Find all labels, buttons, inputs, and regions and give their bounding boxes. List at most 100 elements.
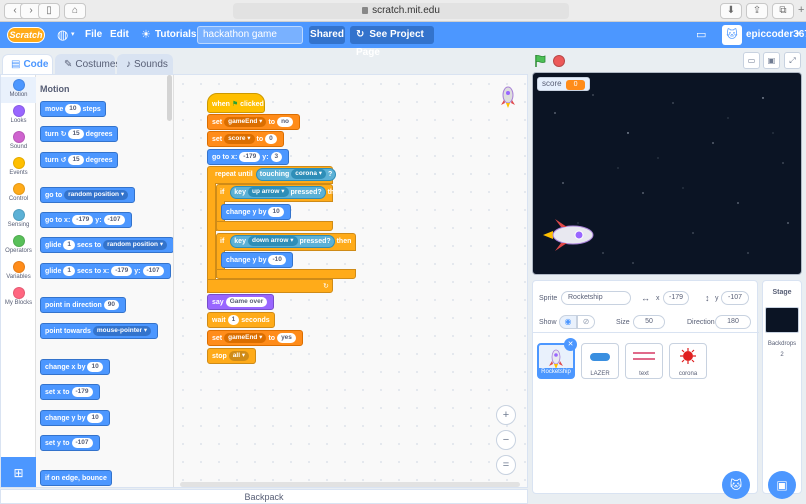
file-menu[interactable]: File bbox=[85, 22, 102, 48]
globe-icon[interactable]: ◍ bbox=[57, 22, 68, 48]
block-dropdown[interactable]: up arrow ▾ bbox=[247, 187, 289, 197]
large-stage-icon[interactable]: ▣ bbox=[763, 52, 780, 69]
category-variables[interactable]: Variables bbox=[1, 259, 36, 285]
block-dropdown[interactable]: all ▾ bbox=[228, 351, 250, 361]
block-input[interactable]: no bbox=[277, 117, 294, 127]
block-touching[interactable]: touching corona ▾? bbox=[255, 168, 337, 181]
block-bounce[interactable]: if on edge, bounce bbox=[40, 470, 112, 486]
block-input[interactable]: 3 bbox=[270, 152, 283, 162]
block-dropdown[interactable]: gameEnd ▾ bbox=[224, 333, 267, 343]
block-wait[interactable]: wait 1 seconds bbox=[207, 312, 275, 328]
block-change-y[interactable]: change y by 10 bbox=[40, 410, 110, 426]
sprite-tile-text[interactable]: text bbox=[625, 343, 663, 379]
zoom-in-icon[interactable]: + bbox=[496, 405, 516, 425]
block-set-gameend-yes[interactable]: set gameEnd ▾ to yes bbox=[207, 330, 303, 346]
category-control[interactable]: Control bbox=[1, 181, 36, 207]
sprite-tile-lazer[interactable]: LAZER bbox=[581, 343, 619, 379]
palette-scrollbar[interactable] bbox=[167, 75, 172, 121]
tabs-overview-icon[interactable]: ⧉ bbox=[772, 3, 794, 19]
category-events[interactable]: Events bbox=[1, 155, 36, 181]
folder-icon[interactable]: ▭ bbox=[696, 22, 706, 48]
block-point-towards[interactable]: point towards mouse-pointer ▾ bbox=[40, 323, 159, 339]
block-change-y-up[interactable]: change y by 10 bbox=[221, 204, 291, 220]
block-turn-left[interactable]: turn ↺ 15 degrees bbox=[40, 152, 118, 168]
score-monitor[interactable]: score 0 bbox=[537, 77, 591, 91]
avatar[interactable]: 🐱 bbox=[722, 25, 742, 45]
zoom-out-icon[interactable]: − bbox=[496, 430, 516, 450]
direction-input[interactable]: 180 bbox=[715, 315, 751, 329]
block-dropdown[interactable]: score ▾ bbox=[224, 134, 255, 144]
block-dropdown[interactable]: corona ▾ bbox=[291, 169, 327, 179]
block-set-y[interactable]: set y to -107 bbox=[40, 435, 100, 451]
block-dropdown[interactable]: random position ▾ bbox=[103, 240, 168, 250]
block-go-to-random[interactable]: go to random position ▾ bbox=[40, 187, 136, 203]
block-set-x[interactable]: set x to -179 bbox=[40, 384, 100, 400]
category-motion[interactable]: Motion bbox=[1, 77, 36, 103]
tab-sounds[interactable]: ♪ Sounds bbox=[117, 54, 173, 74]
tutorials-button[interactable]: Tutorials bbox=[155, 22, 196, 48]
block-set-score-zero[interactable]: set score ▾ to 0 bbox=[207, 131, 284, 147]
edit-menu[interactable]: Edit bbox=[110, 22, 129, 48]
shared-button[interactable]: Shared bbox=[309, 26, 345, 44]
block-change-x[interactable]: change x by 10 bbox=[40, 359, 110, 375]
block-input[interactable]: -179 bbox=[71, 387, 93, 397]
block-input[interactable]: 10 bbox=[87, 362, 103, 372]
block-input[interactable]: -107 bbox=[103, 215, 125, 225]
category-sound[interactable]: Sound bbox=[1, 129, 36, 155]
add-extension-icon[interactable]: ⊞ bbox=[1, 457, 36, 487]
block-glide-xy[interactable]: glide 1 secs to x: -179 y: -107 bbox=[40, 263, 171, 279]
home-icon[interactable]: ⌂ bbox=[64, 3, 86, 19]
stop-icon[interactable] bbox=[553, 55, 565, 67]
block-key-pressed[interactable]: key down arrow ▾ pressed? bbox=[230, 235, 335, 248]
y-input[interactable]: -107 bbox=[721, 291, 749, 305]
tab-code[interactable]: ▤ Code bbox=[2, 54, 53, 74]
category-operators[interactable]: Operators bbox=[1, 233, 36, 259]
size-input[interactable]: 50 bbox=[633, 315, 665, 329]
downloads-icon[interactable]: ⬇ bbox=[720, 3, 742, 19]
block-input[interactable]: yes bbox=[277, 333, 296, 343]
block-input[interactable]: 0 bbox=[265, 134, 277, 144]
block-input[interactable]: -179 bbox=[111, 266, 133, 276]
add-backdrop-icon[interactable]: ▣ bbox=[768, 471, 796, 499]
block-when-flag-clicked[interactable]: when ⚑ clicked bbox=[207, 93, 265, 113]
sprite-tile-corona[interactable]: corona bbox=[669, 343, 707, 379]
block-dropdown[interactable]: mouse-pointer ▾ bbox=[92, 326, 152, 336]
delete-sprite-icon[interactable]: ✕ bbox=[564, 338, 577, 351]
block-dropdown[interactable]: gameEnd ▾ bbox=[224, 117, 267, 127]
stage-canvas[interactable]: score 0 bbox=[532, 72, 802, 275]
block-input[interactable]: 10 bbox=[65, 104, 81, 114]
hide-icon[interactable]: ⊘ bbox=[577, 315, 595, 329]
zoom-reset-icon[interactable]: = bbox=[496, 455, 516, 475]
show-visible-icon[interactable]: ◉ bbox=[559, 315, 577, 329]
block-glide-random[interactable]: glide 1 secs to random position ▾ bbox=[40, 237, 173, 253]
block-input[interactable]: Game over bbox=[225, 297, 268, 307]
block-input[interactable]: 1 bbox=[63, 240, 75, 250]
add-sprite-icon[interactable]: 🐱 bbox=[722, 471, 750, 499]
block-set-gameend-no[interactable]: set gameEnd ▾ to no bbox=[207, 114, 301, 130]
see-project-page-button[interactable]: ↻ See Project Page bbox=[350, 26, 434, 58]
sidebar-toggle-icon[interactable]: ▯ bbox=[38, 3, 60, 19]
tab-costumes[interactable]: ✎ Costumes bbox=[55, 54, 120, 74]
new-tab-icon[interactable]: + bbox=[798, 4, 804, 16]
x-input[interactable]: -179 bbox=[663, 291, 689, 305]
block-input[interactable]: 10 bbox=[87, 413, 103, 423]
script-workspace[interactable]: when ⚑ clicked set gameEnd ▾ to no set score… bbox=[174, 75, 527, 487]
sprite-name-input[interactable]: Rocketship bbox=[561, 291, 631, 305]
project-title-input[interactable]: hackathon game bbox=[197, 26, 303, 44]
block-input[interactable]: -10 bbox=[268, 255, 286, 265]
block-input[interactable]: 15 bbox=[68, 155, 84, 165]
block-go-to-xy[interactable]: go to x: -179 y: 3 bbox=[207, 149, 290, 165]
backpack-bar[interactable]: Backpack bbox=[0, 489, 528, 504]
category-sensing[interactable]: Sensing bbox=[1, 207, 36, 233]
block-input[interactable]: 90 bbox=[103, 300, 120, 310]
category-my-blocks[interactable]: My Blocks bbox=[1, 285, 36, 311]
block-input[interactable]: -107 bbox=[71, 438, 93, 448]
address-bar[interactable]: scratch.mit.edu bbox=[233, 3, 569, 19]
block-change-y-down[interactable]: change y by -10 bbox=[221, 252, 293, 268]
block-move[interactable]: move 10 steps bbox=[40, 101, 106, 117]
block-point-direction[interactable]: point in direction 90 bbox=[40, 297, 127, 313]
block-key-pressed[interactable]: key up arrow ▾ pressed? bbox=[230, 186, 326, 199]
block-input[interactable]: 15 bbox=[68, 129, 84, 139]
block-dropdown[interactable]: down arrow ▾ bbox=[247, 236, 298, 246]
block-stop[interactable]: stop all ▾ bbox=[207, 348, 257, 364]
